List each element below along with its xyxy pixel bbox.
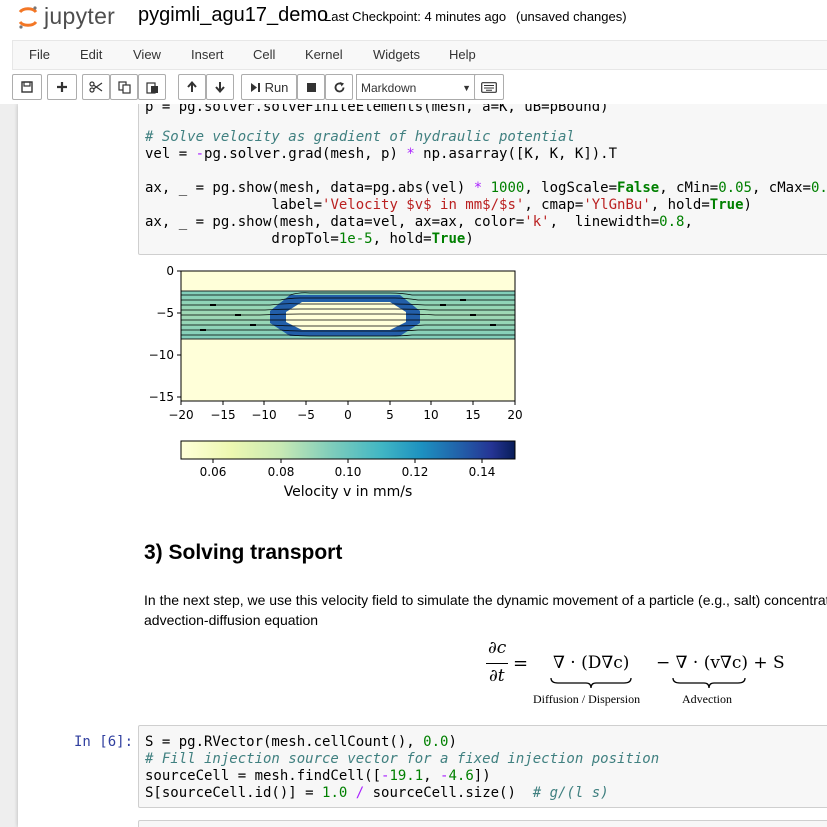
code-line: label='Velocity $v$ in mm$/$s', cmap='Yl…: [145, 197, 752, 213]
stop-icon: [306, 82, 316, 92]
menubar: File Edit View Insert Cell Kernel Widget…: [12, 40, 827, 70]
toolbar: Run Markdown ▼: [12, 74, 827, 104]
colorbar-tick-label: 0.12: [402, 465, 429, 479]
cell-type-value: Markdown: [361, 81, 417, 95]
section-paragraph-line1: In the next step, we use this velocity f…: [144, 592, 827, 608]
x-tick-label: −20: [168, 408, 193, 422]
menu-file[interactable]: File: [29, 47, 50, 62]
equation-advection-term: − ∇ · (v∇c) + S: [656, 653, 785, 673]
code-line: # Solve velocity as gradient of hydrauli…: [145, 129, 575, 145]
underbrace: [550, 677, 632, 689]
notebook-header: jupyter pygimli_agu17_demo Last Checkpoi…: [0, 0, 827, 36]
section-paragraph-line2: advection-diffusion equation: [144, 612, 319, 628]
y-tick-label: −10: [149, 348, 174, 362]
menu-edit[interactable]: Edit: [80, 47, 102, 62]
section-heading: 3) Solving transport: [144, 541, 343, 564]
command-palette-button[interactable]: [474, 74, 504, 100]
menu-widgets[interactable]: Widgets: [373, 47, 420, 62]
x-tick-label: 10: [423, 408, 438, 422]
notebook-name[interactable]: pygimli_agu17_demo: [138, 4, 328, 27]
menu-cell[interactable]: Cell: [253, 47, 275, 62]
run-button[interactable]: Run: [241, 74, 297, 100]
advection-label: Advection: [682, 692, 732, 706]
arrow-down-icon: [215, 82, 225, 93]
menu-insert[interactable]: Insert: [191, 47, 224, 62]
copy-icon: [117, 80, 131, 94]
move-down-button[interactable]: [206, 74, 234, 100]
colorbar-tick-label: 0.08: [268, 465, 295, 479]
cut-button[interactable]: [82, 74, 110, 100]
x-tick-label: −5: [297, 408, 315, 422]
underbrace: [672, 677, 746, 689]
code-line: S[sourceCell.id()] = 1.0 / sourceCell.si…: [145, 785, 609, 801]
y-tick-label: −15: [149, 390, 174, 404]
menu-view[interactable]: View: [133, 47, 161, 62]
plus-icon: [57, 82, 67, 92]
notebook-container[interactable]: p = pg.solver.solveFiniteElements(mesh, …: [0, 104, 827, 827]
colorbar-tick-label: 0.06: [200, 465, 227, 479]
code-line: dropTol=1e-5, hold=True): [145, 231, 474, 247]
y-tick-label: −5: [156, 306, 174, 320]
colorbar-label: Velocity v in mm/s: [284, 484, 413, 500]
x-tick-label: 15: [465, 408, 480, 422]
menu-kernel[interactable]: Kernel: [305, 47, 343, 62]
move-up-button[interactable]: [178, 74, 206, 100]
equation-lhs-numerator: ∂c: [488, 638, 507, 658]
menu-help[interactable]: Help: [449, 47, 476, 62]
paste-button[interactable]: [138, 74, 166, 100]
logo-text: jupyter: [44, 3, 116, 29]
code-cell-input[interactable]: p = pg.solver.solveFiniteElements(mesh, …: [138, 104, 827, 255]
equation-equals: =: [513, 653, 529, 674]
y-axis-ticks: [177, 270, 181, 398]
equation-diffusion-term: ∇ · (D∇c): [553, 653, 630, 673]
x-tick-label: 20: [507, 408, 522, 422]
keyboard-icon: [481, 81, 497, 93]
step-forward-icon: [250, 82, 260, 92]
code-line: sourceCell = mesh.findCell([-19.1, -4.6]…: [145, 768, 491, 784]
x-tick-label: −15: [210, 408, 235, 422]
code-cell-input[interactable]: [138, 820, 827, 827]
jupyter-logo[interactable]: jupyter: [18, 2, 128, 32]
caret-down-icon: ▼: [462, 83, 471, 93]
code-line: ax, _ = pg.show(mesh, data=pg.abs(vel) *…: [145, 180, 827, 196]
code-cell-input[interactable]: S = pg.RVector(mesh.cellCount(), 0.0) # …: [138, 725, 827, 808]
fraction-bar: [486, 663, 508, 664]
save-icon: [21, 81, 33, 93]
checkpoint-status: Last Checkpoint: 4 minutes ago: [324, 9, 507, 24]
diffusion-label: Diffusion / Dispersion: [533, 692, 641, 706]
colorbar-ticks: [212, 459, 483, 463]
code-line: ax, _ = pg.show(mesh, data=vel, ax=ax, c…: [145, 214, 693, 230]
run-button-label: Run: [264, 79, 289, 95]
code-line: vel = -pg.solver.grad(mesh, p) * np.asar…: [145, 146, 618, 162]
equation-lhs-denominator: ∂t: [489, 666, 505, 686]
y-tick-label: 0: [166, 264, 174, 278]
autosave-status: (unsaved changes): [516, 9, 627, 24]
restart-kernel-button[interactable]: [325, 74, 353, 100]
colorbar-tick-label: 0.10: [335, 465, 362, 479]
refresh-icon: [334, 81, 344, 92]
velocity-plot: 0 −5 −10 −15 −20 −15 −10 −5 0 5 10 15 20…: [149, 264, 523, 500]
x-tick-label: 5: [386, 408, 394, 422]
cell-type-select[interactable]: Markdown ▼: [356, 74, 478, 100]
save-button[interactable]: [12, 74, 42, 100]
jupyter-logo-icon: [18, 6, 38, 29]
colorbar-tick-label: 0.14: [469, 465, 496, 479]
scissors-icon: [89, 81, 103, 93]
colorbar: [180, 440, 516, 460]
x-axis-ticks: [180, 401, 516, 405]
paste-icon: [145, 81, 158, 94]
copy-button[interactable]: [110, 74, 138, 100]
code-line: # Fill injection source vector for a fix…: [145, 751, 660, 767]
x-tick-label: 0: [344, 408, 352, 422]
x-tick-label: −10: [251, 408, 276, 422]
insert-cell-button[interactable]: [47, 74, 77, 100]
input-prompt: In [6]:: [74, 734, 134, 750]
code-line: p = pg.solver.solveFiniteElements(mesh, …: [145, 104, 609, 115]
code-line: S = pg.RVector(mesh.cellCount(), 0.0): [145, 734, 457, 750]
interrupt-button[interactable]: [297, 74, 325, 100]
arrow-up-icon: [187, 81, 197, 92]
